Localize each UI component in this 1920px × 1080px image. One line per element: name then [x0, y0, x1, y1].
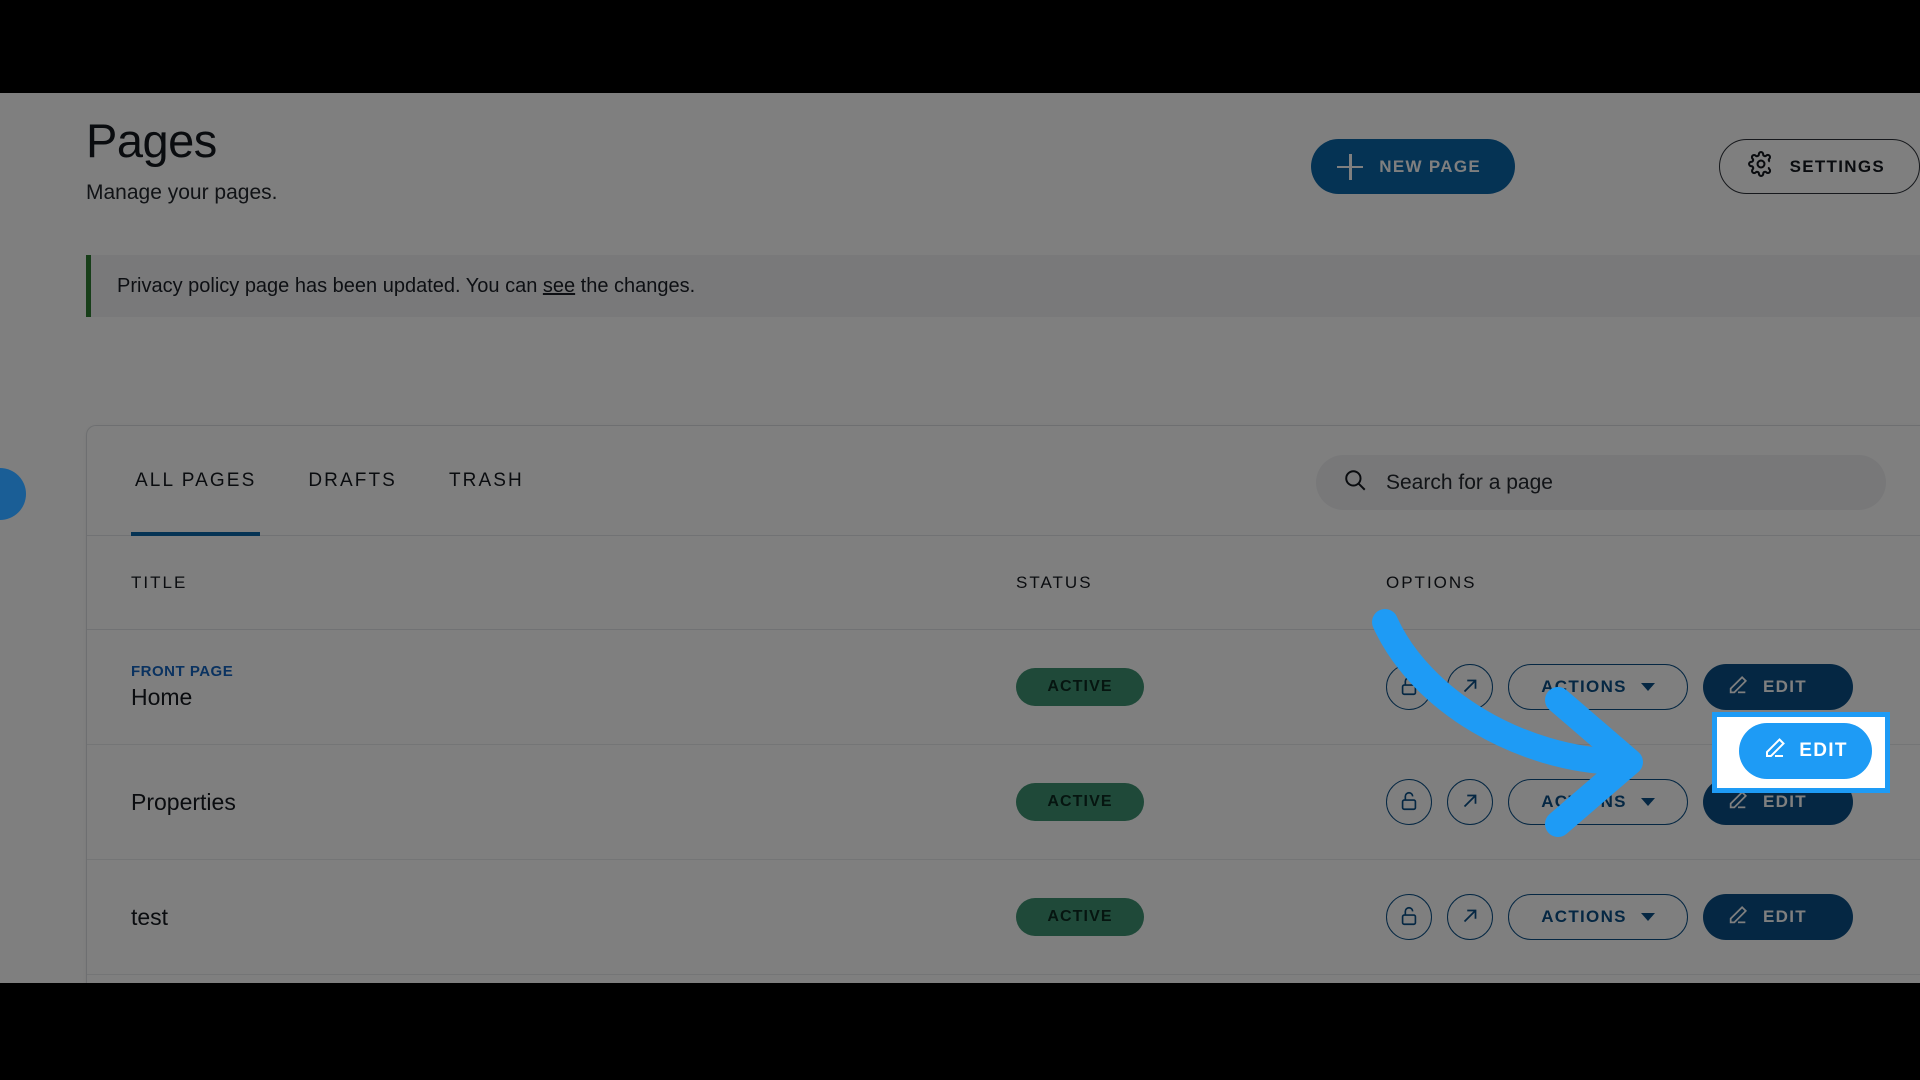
new-page-button-label: NEW PAGE: [1379, 156, 1481, 176]
front-page-tag: FRONT PAGE: [131, 663, 234, 680]
search-input[interactable]: [1386, 470, 1886, 495]
tab-bar: ALL PAGES DRAFTS TRASH: [87, 426, 1920, 536]
search-box[interactable]: [1316, 455, 1886, 510]
external-link-icon-button[interactable]: [1447, 664, 1493, 710]
new-page-button[interactable]: NEW PAGE: [1311, 139, 1515, 194]
table-row[interactable]: FRONT PAGE Home ACTIVE ACTIONS EDIT: [87, 630, 1920, 745]
pages-card: ALL PAGES DRAFTS TRASH TITLE ST: [86, 425, 1920, 983]
row-title: test: [131, 903, 169, 930]
plus-icon: [1337, 153, 1364, 180]
external-link-icon: [1459, 905, 1481, 930]
external-link-icon: [1459, 675, 1481, 700]
external-link-icon: [1459, 790, 1481, 815]
row-options-cell: ACTIONS EDIT: [1386, 894, 1920, 940]
notification-see-link[interactable]: see: [543, 275, 575, 297]
row-status-cell: ACTIVE: [1016, 898, 1386, 936]
row-title-cell: FRONT PAGE Home: [131, 663, 1016, 711]
chevron-down-icon: [1640, 913, 1655, 921]
notification-text-after: the changes.: [575, 274, 696, 297]
gear-icon: [1747, 151, 1774, 182]
actions-dropdown-button[interactable]: ACTIONS: [1508, 664, 1688, 710]
row-title-cell: Properties: [131, 789, 1016, 816]
actions-label: ACTIONS: [1541, 907, 1627, 926]
letterbox-top: [0, 0, 1920, 93]
app-page: Pages Manage your pages. NEW PAGE SETTIN…: [0, 93, 1920, 983]
row-title: Properties: [131, 788, 236, 815]
column-header-status: STATUS: [1016, 572, 1093, 592]
unlock-icon-button[interactable]: [1386, 894, 1432, 940]
status-badge: ACTIVE: [1016, 898, 1144, 936]
unlock-icon: [1398, 675, 1420, 700]
actions-label: ACTIONS: [1541, 792, 1627, 811]
settings-button-label: SETTINGS: [1789, 156, 1885, 176]
tab-drafts[interactable]: DRAFTS: [304, 426, 401, 536]
edit-button[interactable]: EDIT: [1703, 894, 1853, 940]
edit-button-label: EDIT: [1763, 907, 1807, 926]
pencil-icon: [1727, 674, 1749, 701]
chevron-down-icon: [1640, 798, 1655, 806]
letterbox-bottom: [0, 983, 1920, 1080]
row-status-cell: ACTIVE: [1016, 668, 1386, 706]
page-subtitle: Manage your pages.: [86, 181, 278, 204]
table-row[interactable]: Properties ACTIVE ACTIONS EDIT: [87, 745, 1920, 860]
row-options-cell: ACTIONS EDIT: [1386, 664, 1920, 710]
column-header-options: OPTIONS: [1386, 572, 1477, 592]
external-link-icon-button[interactable]: [1447, 779, 1493, 825]
edit-button-label: EDIT: [1763, 792, 1807, 811]
search-icon: [1342, 467, 1368, 498]
actions-dropdown-button[interactable]: ACTIONS: [1508, 779, 1688, 825]
floating-action-button-edge[interactable]: [0, 468, 26, 520]
pencil-icon: [1763, 736, 1787, 766]
pages-table: TITLE STATUS OPTIONS FRONT PAGE Home ACT…: [87, 536, 1920, 975]
row-status-cell: ACTIVE: [1016, 783, 1386, 821]
edit-button[interactable]: EDIT: [1703, 664, 1853, 710]
chevron-down-icon: [1640, 683, 1655, 691]
notification-text: Privacy policy page has been updated. Yo…: [117, 275, 695, 298]
row-title: Home: [131, 684, 193, 710]
highlighted-edit-button[interactable]: EDIT: [1739, 723, 1872, 779]
table-row[interactable]: test ACTIVE ACTIONS EDIT: [87, 860, 1920, 975]
status-badge: ACTIVE: [1016, 783, 1144, 821]
column-header-title: TITLE: [131, 572, 188, 592]
external-link-icon-button[interactable]: [1447, 894, 1493, 940]
edit-button-label: EDIT: [1763, 677, 1807, 696]
actions-label: ACTIONS: [1541, 677, 1627, 696]
unlock-icon: [1398, 905, 1420, 930]
unlock-icon-button[interactable]: [1386, 664, 1432, 710]
table-header-row: TITLE STATUS OPTIONS: [87, 536, 1920, 630]
unlock-icon-button[interactable]: [1386, 779, 1432, 825]
tab-trash[interactable]: TRASH: [445, 426, 528, 536]
screen-root: Pages Manage your pages. NEW PAGE SETTIN…: [0, 0, 1920, 1080]
status-badge: ACTIVE: [1016, 668, 1144, 706]
page-title: Pages: [86, 114, 217, 167]
notification-text-before: Privacy policy page has been updated. Yo…: [117, 274, 543, 297]
actions-dropdown-button[interactable]: ACTIONS: [1508, 894, 1688, 940]
highlighted-edit-button-label: EDIT: [1799, 740, 1848, 761]
notification-banner: Privacy policy page has been updated. Yo…: [86, 255, 1920, 317]
tab-all-pages[interactable]: ALL PAGES: [131, 426, 261, 536]
settings-button[interactable]: SETTINGS: [1718, 139, 1920, 194]
pencil-icon: [1727, 904, 1749, 931]
row-title-cell: test: [131, 904, 1016, 931]
unlock-icon: [1398, 790, 1420, 815]
